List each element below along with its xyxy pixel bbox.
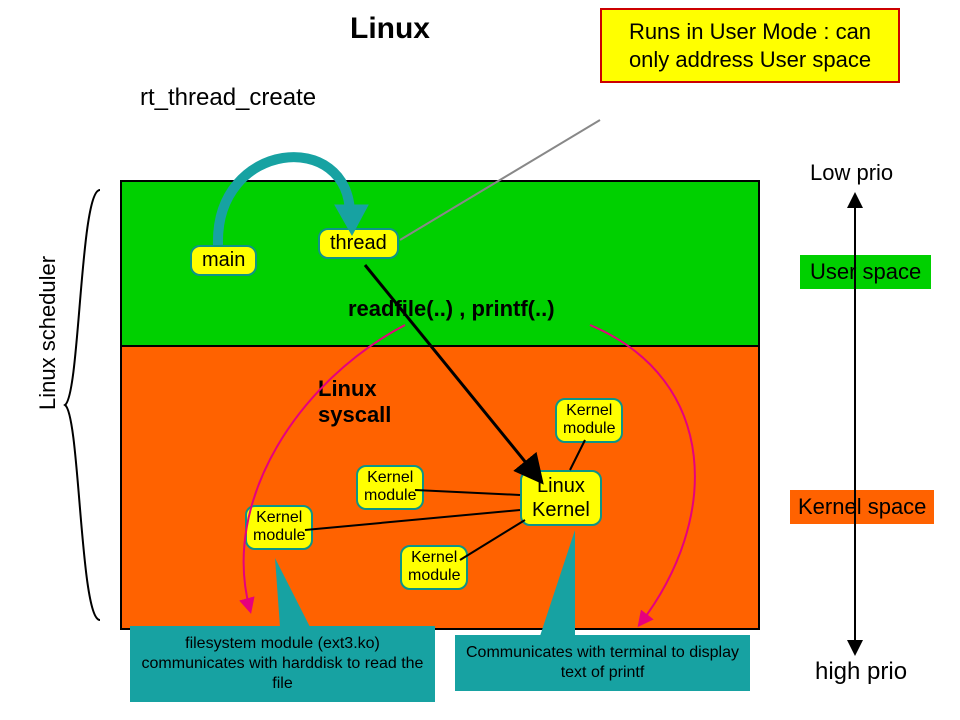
kernel-module-box-1: Kernelmodule <box>356 465 424 510</box>
thread-box: thread <box>318 228 399 259</box>
linux-kernel-box: LinuxKernel <box>520 470 602 526</box>
linux-kernel-text: LinuxKernel <box>532 475 590 521</box>
diagram-title: Linux <box>350 12 430 46</box>
user-space-legend: User space <box>800 255 931 289</box>
low-prio-label: Low prio <box>810 160 893 186</box>
kernel-module-box-4: Kernelmodule <box>400 545 468 590</box>
kernel-module-box-3: Kernelmodule <box>555 398 623 443</box>
usermode-callout: Runs in User Mode : can only address Use… <box>600 8 900 83</box>
linux-syscall-label: Linuxsyscall <box>318 376 408 428</box>
kernel-module-box-2: Kernelmodule <box>245 505 313 550</box>
main-box: main <box>190 245 257 276</box>
syscall-text: Linuxsyscall <box>318 376 408 428</box>
filesystem-callout: filesystem module (ext3.ko) communicates… <box>130 626 435 702</box>
high-prio-label: high prio <box>815 658 907 686</box>
readfile-printf-label: readfile(..) , printf(..) <box>348 296 555 322</box>
linux-scheduler-label: Linux scheduler <box>35 256 61 410</box>
terminal-callout: Communicates with terminal to display te… <box>455 635 750 691</box>
kernel-space-legend: Kernel space <box>790 490 934 524</box>
create-thread-label: rt_thread_create <box>140 84 316 112</box>
